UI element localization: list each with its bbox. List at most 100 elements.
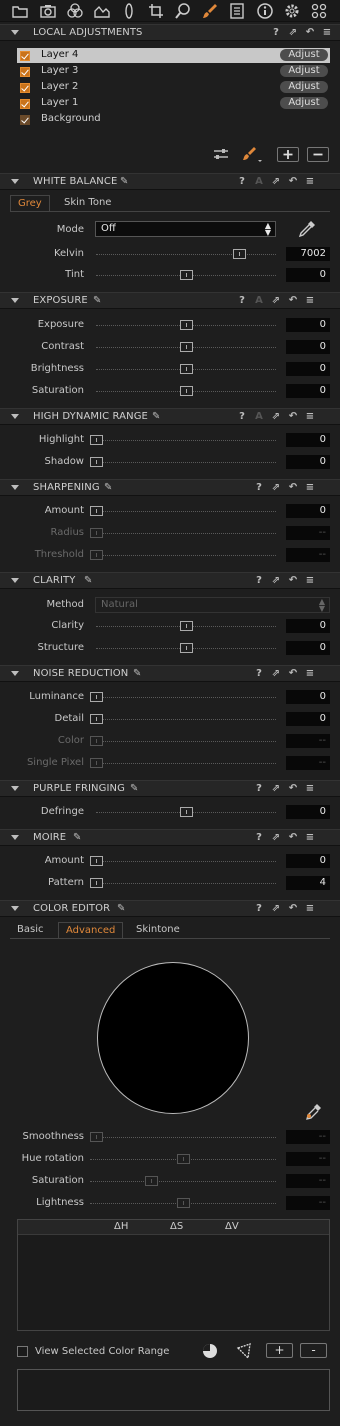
collapse-arrow-icon[interactable] [11,485,19,490]
adjust-button[interactable]: Adjust [280,65,328,77]
slider-value-field[interactable]: -- [286,1196,330,1210]
menu-icon[interactable]: ≡ [304,295,316,307]
slider-track[interactable] [90,440,276,441]
tab-skintone[interactable]: Skintone [129,922,187,939]
info-icon[interactable] [256,2,274,20]
slider-handle[interactable] [180,320,193,330]
slider-handle[interactable] [90,736,103,746]
slider-handle[interactable] [177,1154,190,1164]
slider-track[interactable] [90,555,276,556]
slider-value-field[interactable]: 0 [286,318,330,332]
collapse-arrow-icon[interactable] [11,786,19,791]
slider-value-field[interactable]: -- [286,1152,330,1166]
menu-icon[interactable]: ≡ [304,783,316,795]
help-icon[interactable]: ? [236,295,248,307]
noise-reduction-header[interactable]: NOISE REDUCTION ✎ ? ⇗ ↶ ≡ [0,665,340,682]
tab-basic[interactable]: Basic [10,922,50,939]
slider-value-field[interactable]: -- [286,756,330,770]
menu-icon[interactable]: ≡ [304,668,316,680]
copy-apply-icon[interactable]: ⇗ [270,783,282,795]
help-icon[interactable]: ? [236,176,248,188]
lens-icon[interactable] [120,2,138,20]
layer-enabled-checkbox[interactable] [20,83,30,93]
slider-value-field[interactable]: 0 [286,268,330,282]
layer-enabled-checkbox[interactable] [20,51,30,61]
slider-handle[interactable] [180,643,193,653]
slider-value-field[interactable]: 7002 [286,247,330,261]
slider-value-field[interactable]: 4 [286,876,330,890]
auto-icon[interactable]: A [253,295,265,307]
slider-track[interactable] [90,719,276,720]
reset-icon[interactable]: ↶ [287,575,299,587]
color-range-icon[interactable] [201,1342,219,1360]
view-range-checkbox[interactable] [17,1346,28,1357]
slider-value-field[interactable]: 0 [286,504,330,518]
help-icon[interactable]: ? [236,411,248,423]
tab-skin-tone[interactable]: Skin Tone [57,195,118,212]
help-icon[interactable]: ? [253,482,265,494]
slider-track[interactable] [90,741,276,742]
slider-track[interactable] [90,462,276,463]
brush-menu-icon[interactable] [241,146,263,164]
collapse-arrow-icon[interactable] [11,30,19,35]
copy-apply-icon[interactable]: ⇗ [270,482,282,494]
folder-icon[interactable] [11,2,29,20]
slider-track[interactable] [90,1181,276,1182]
color-icon[interactable] [66,2,84,20]
slider-track[interactable] [90,511,276,512]
slider-value-field[interactable]: 0 [286,805,330,819]
auto-icon[interactable]: A [253,176,265,188]
eyedropper-icon[interactable] [297,219,317,239]
batch-icon[interactable] [310,2,328,20]
camera-icon[interactable] [39,2,57,20]
crop-icon[interactable] [147,2,165,20]
metadata-icon[interactable] [228,2,246,20]
reset-icon[interactable]: ↶ [304,27,316,39]
slider-value-field[interactable]: 0 [286,712,330,726]
slider-handle[interactable] [90,692,103,702]
slider-value-field[interactable]: 0 [286,384,330,398]
slider-handle[interactable] [90,758,103,768]
slider-track[interactable] [90,1137,276,1138]
reset-icon[interactable]: ↶ [287,482,299,494]
slider-value-field[interactable]: -- [286,1174,330,1188]
menu-icon[interactable]: ≡ [321,27,333,39]
mode-select[interactable]: Off ▲ ▼ [95,221,276,237]
color-wheel[interactable] [97,962,249,1114]
slider-track[interactable] [90,861,276,862]
layer-enabled-checkbox[interactable] [20,115,30,125]
menu-icon[interactable]: ≡ [304,176,316,188]
help-icon[interactable]: ? [253,575,265,587]
layer-row[interactable]: Layer 3 Adjust [17,64,330,79]
layer-enabled-checkbox[interactable] [20,67,30,77]
collapse-arrow-icon[interactable] [11,835,19,840]
slider-handle[interactable] [90,506,103,516]
menu-icon[interactable]: ≡ [304,482,316,494]
slider-handle[interactable] [233,249,246,259]
collapse-arrow-icon[interactable] [11,578,19,583]
help-icon[interactable]: ? [270,27,282,39]
slider-handle[interactable] [90,435,103,445]
copy-apply-icon[interactable]: ⇗ [270,575,282,587]
clarity-header[interactable]: CLARITY ✎ ? ⇗ ↶ ≡ [0,572,340,589]
menu-icon[interactable]: ≡ [304,832,316,844]
copy-apply-icon[interactable]: ⇗ [270,411,282,423]
range-sector-icon[interactable] [236,1342,254,1360]
hdr-header[interactable]: HIGH DYNAMIC RANGE ✎ ? A ⇗ ↶ ≡ [0,408,340,425]
settings-icon[interactable] [283,2,301,20]
slider-handle[interactable] [90,457,103,467]
slider-value-field[interactable]: 0 [286,362,330,376]
slider-handle[interactable] [145,1176,158,1186]
reset-icon[interactable]: ↶ [287,295,299,307]
remove-color-button[interactable]: - [300,1343,327,1358]
collapse-arrow-icon[interactable] [11,179,19,184]
menu-icon[interactable]: ≡ [304,575,316,587]
menu-icon[interactable]: ≡ [304,903,316,915]
add-layer-button[interactable] [277,147,299,162]
reset-icon[interactable]: ↶ [287,903,299,915]
slider-value-field[interactable]: 0 [286,641,330,655]
slider-handle[interactable] [180,621,193,631]
slider-value-field[interactable]: 0 [286,690,330,704]
white-balance-header[interactable]: WHITE BALANCE ✎ ? A ⇗ ↶ ≡ [0,173,340,190]
help-icon[interactable]: ? [253,832,265,844]
